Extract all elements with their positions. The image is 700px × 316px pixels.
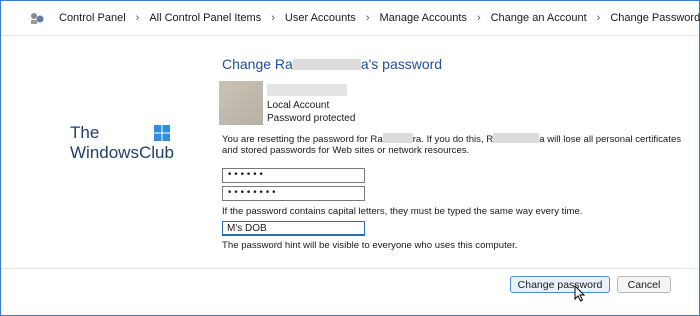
warning-text-line2: and stored passwords for Web sites or ne…: [222, 145, 470, 156]
confirm-password-field[interactable]: ••••••••: [222, 186, 365, 201]
chevron-right-icon: ›: [365, 12, 370, 24]
page-title: Change Ra a's password: [222, 56, 442, 72]
mouse-cursor-icon: [574, 285, 586, 302]
chevron-right-icon: ›: [476, 12, 481, 24]
new-password-field[interactable]: ••••••: [222, 168, 365, 183]
warning-part-b: ra. If you do this, R: [412, 134, 494, 145]
chevron-right-icon: ›: [135, 12, 140, 24]
page-title-prefix: Change Ra: [222, 56, 293, 72]
breadcrumb: Control Panel › All Control Panel Items …: [59, 12, 700, 24]
breadcrumb-change-password[interactable]: Change Password: [610, 12, 700, 24]
change-password-button[interactable]: Change password: [510, 276, 610, 293]
breadcrumb-all-control-panel-items[interactable]: All Control Panel Items: [149, 12, 261, 24]
redacted-name: [493, 133, 540, 143]
breadcrumb-change-an-account[interactable]: Change an Account: [491, 12, 587, 24]
control-panel-icon[interactable]: [29, 10, 45, 26]
watermark-line1: The: [70, 123, 100, 142]
chevron-right-icon: ›: [271, 12, 275, 24]
breadcrumb-control-panel[interactable]: Control Panel: [59, 12, 126, 24]
warning-part-c: a will lose all personal certificates: [539, 134, 682, 145]
redacted-name: [292, 59, 361, 70]
warning-part-a: You are resetting the password for Ra: [222, 134, 383, 145]
password-hint-field[interactable]: M's DOB: [222, 221, 365, 236]
warning-text: You are resetting the password for Ra ra.…: [222, 133, 681, 145]
breadcrumb-user-accounts[interactable]: User Accounts: [285, 12, 356, 24]
address-bar: Control Panel › All Control Panel Items …: [1, 1, 700, 36]
avatar: [219, 81, 263, 125]
caps-note: If the password contains capital letters…: [222, 206, 583, 217]
hint-note: The password hint will be visible to eve…: [222, 240, 518, 251]
page-title-suffix: a's password: [360, 56, 443, 72]
divider: [1, 268, 699, 269]
account-status: Password protected: [267, 113, 356, 124]
redacted-account-name: [267, 84, 347, 96]
chevron-right-icon: ›: [596, 12, 601, 24]
redacted-name: [382, 133, 413, 143]
breadcrumb-manage-accounts[interactable]: Manage Accounts: [379, 12, 466, 24]
cancel-button[interactable]: Cancel: [617, 276, 671, 293]
account-type: Local Account: [267, 100, 330, 111]
windows-logo-icon: [154, 125, 170, 141]
watermark-line2: WindowsClub: [70, 143, 174, 162]
